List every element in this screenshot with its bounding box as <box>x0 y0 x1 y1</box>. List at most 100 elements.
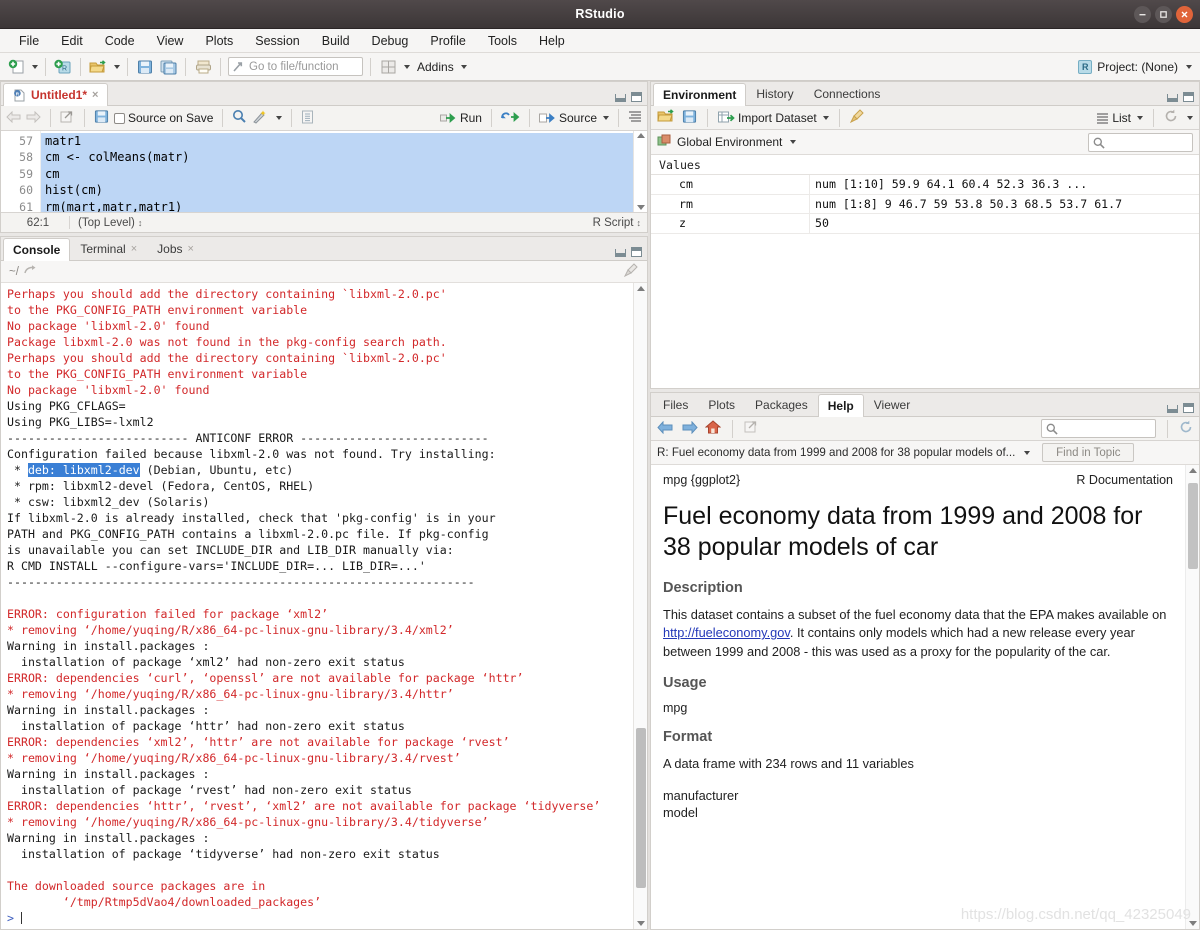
scope-updown-icon[interactable]: ↕ <box>138 218 143 227</box>
console-prompt-line[interactable]: > <box>7 910 633 926</box>
source-tab-untitled1[interactable]: R Untitled1* × <box>3 83 109 106</box>
refresh-dropdown-icon[interactable] <box>1187 115 1193 120</box>
tab-console[interactable]: Console <box>3 238 71 261</box>
help-search-input[interactable] <box>1041 419 1156 438</box>
menu-debug[interactable]: Debug <box>361 32 420 50</box>
menu-code[interactable]: Code <box>94 32 146 50</box>
console-scroll-down-icon[interactable] <box>637 921 645 926</box>
maximize-icon[interactable] <box>1155 6 1172 23</box>
save-icon[interactable] <box>94 109 109 127</box>
save-icon[interactable] <box>135 57 155 77</box>
source-button[interactable]: Source <box>538 111 609 125</box>
menu-tools[interactable]: Tools <box>477 32 528 50</box>
menu-profile[interactable]: Profile <box>419 32 476 50</box>
scope-selector[interactable]: (Top Level) <box>78 217 135 229</box>
console-output[interactable]: Perhaps you should add the directory con… <box>1 283 633 929</box>
tab-environment[interactable]: Environment <box>653 83 747 106</box>
source-on-save-checkbox[interactable]: Source on Save <box>114 111 213 125</box>
show-in-new-window-icon[interactable] <box>744 420 759 437</box>
run-button[interactable]: Run <box>439 111 482 125</box>
environment-view-mode[interactable]: List <box>1096 111 1143 125</box>
compile-report-icon[interactable] <box>301 110 314 127</box>
show-in-new-window-icon[interactable] <box>60 110 75 127</box>
source-minimize-icon[interactable] <box>615 94 626 102</box>
new-file-dropdown-icon[interactable] <box>32 64 38 69</box>
back-arrow-icon[interactable] <box>657 420 674 437</box>
close-icon[interactable] <box>1176 6 1193 23</box>
addins-button[interactable]: Addins <box>417 60 467 74</box>
help-scrollbar[interactable] <box>1185 465 1199 929</box>
console-minimize-icon[interactable] <box>615 249 626 257</box>
refresh-icon[interactable] <box>1179 420 1193 437</box>
fueleconomy-link[interactable]: http://fueleconomy.gov <box>663 625 790 640</box>
code-tools-dropdown-icon[interactable] <box>276 116 283 120</box>
filetype-updown-icon[interactable]: ↕ <box>637 218 642 227</box>
menu-file[interactable]: File <box>8 32 50 50</box>
open-workspace-icon[interactable] <box>657 108 676 127</box>
table-row[interactable]: rm num [1:8] 9 46.7 59 53.8 50.3 68.5 53… <box>651 194 1199 214</box>
menu-plots[interactable]: Plots <box>194 32 244 50</box>
menu-session[interactable]: Session <box>244 32 310 50</box>
re-run-icon[interactable] <box>501 111 520 126</box>
save-all-icon[interactable] <box>158 57 178 77</box>
panes-icon[interactable] <box>378 57 398 77</box>
environment-scope-label[interactable]: Global Environment <box>677 135 782 149</box>
project-selector[interactable]: R Project: (None) <box>1078 59 1192 74</box>
console-maximize-icon[interactable] <box>631 247 642 257</box>
tab-files[interactable]: Files <box>653 393 698 416</box>
forward-arrow-icon[interactable] <box>26 110 41 126</box>
show-directory-icon[interactable] <box>24 264 37 279</box>
help-maximize-icon[interactable] <box>1183 403 1194 413</box>
environment-search-input[interactable] <box>1088 133 1193 152</box>
table-row[interactable]: z 50 <box>651 214 1199 234</box>
console-scroll-up-icon[interactable] <box>637 286 645 291</box>
home-icon[interactable] <box>704 420 722 437</box>
tab-terminal[interactable]: Terminal × <box>70 237 147 260</box>
tab-packages[interactable]: Packages <box>745 393 818 416</box>
tab-terminal-close-icon[interactable]: × <box>131 243 137 255</box>
forward-arrow-icon[interactable] <box>681 420 698 437</box>
document-outline-icon[interactable] <box>628 110 642 126</box>
environment-maximize-icon[interactable] <box>1183 92 1194 102</box>
minimize-icon[interactable] <box>1134 6 1151 23</box>
tab-help[interactable]: Help <box>817 394 864 417</box>
tab-plots[interactable]: Plots <box>698 393 745 416</box>
filetype-selector[interactable]: R Script <box>593 217 634 229</box>
new-project-icon[interactable]: R <box>53 57 73 77</box>
editor-code-area[interactable]: matr1 cm <- colMeans(matr) cm hist(cm) r… <box>41 131 633 212</box>
menu-build[interactable]: Build <box>311 32 361 50</box>
tab-history[interactable]: History <box>746 82 803 105</box>
console-path-label[interactable]: ~/ <box>9 266 19 278</box>
goto-file-function-input[interactable]: Go to file/function <box>228 57 363 76</box>
save-workspace-icon[interactable] <box>682 109 697 127</box>
tab-jobs-close-icon[interactable]: × <box>188 243 194 255</box>
help-scroll-down-icon[interactable] <box>1189 921 1197 926</box>
console-scrollbar[interactable] <box>633 283 647 929</box>
help-scroll-up-icon[interactable] <box>1189 468 1197 473</box>
environment-scope-dropdown-icon[interactable] <box>790 140 797 144</box>
help-scroll-thumb[interactable] <box>1188 483 1198 569</box>
tab-jobs[interactable]: Jobs × <box>147 237 204 260</box>
broom-icon[interactable] <box>849 109 865 126</box>
scroll-up-icon[interactable] <box>636 133 645 138</box>
new-file-icon[interactable] <box>6 57 26 77</box>
code-editor[interactable]: 57 58 59 60 61 62 matr1 cm <- colMeans(m… <box>1 131 647 212</box>
table-row[interactable]: cm num [1:10] 59.9 64.1 60.4 52.3 36.3 .… <box>651 175 1199 195</box>
help-topic-selector[interactable]: R: Fuel economy data from 1999 and 2008 … <box>657 446 1015 459</box>
help-topic-dropdown-icon[interactable] <box>1024 450 1031 455</box>
menu-help[interactable]: Help <box>528 32 576 50</box>
back-arrow-icon[interactable] <box>6 110 21 126</box>
scroll-down-icon[interactable] <box>636 205 645 210</box>
find-in-topic-button[interactable]: Find in Topic <box>1042 443 1135 462</box>
import-dataset-button[interactable]: Import Dataset <box>718 111 829 125</box>
environment-minimize-icon[interactable] <box>1167 94 1178 102</box>
magnifier-icon[interactable] <box>232 109 247 127</box>
source-maximize-icon[interactable] <box>631 92 642 102</box>
refresh-icon[interactable] <box>1164 109 1178 126</box>
clear-console-icon[interactable] <box>623 263 639 280</box>
menu-view[interactable]: View <box>146 32 195 50</box>
panes-dropdown-icon[interactable] <box>404 64 410 69</box>
console-scroll-thumb[interactable] <box>636 728 646 888</box>
menu-edit[interactable]: Edit <box>50 32 94 50</box>
source-tab-close-icon[interactable]: × <box>92 89 98 101</box>
